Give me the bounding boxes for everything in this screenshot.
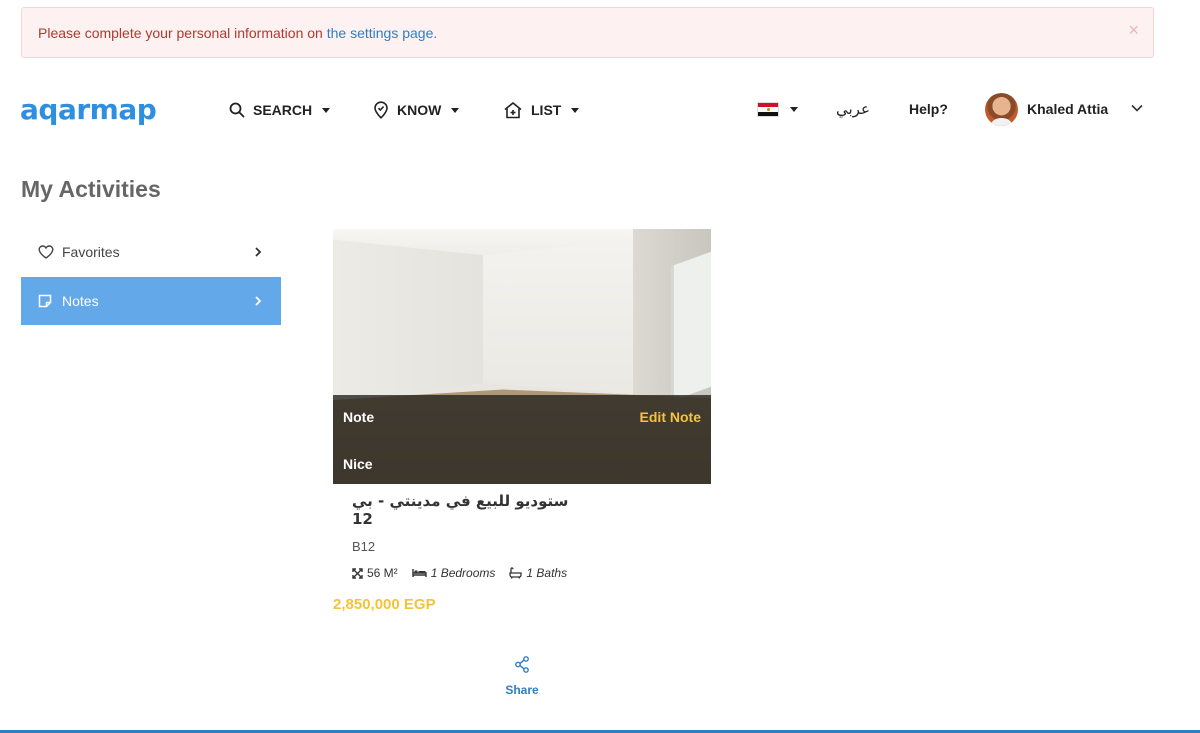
aqarmap-logo[interactable]: aqarmap [20, 93, 157, 126]
note-icon [38, 294, 52, 308]
search-icon [229, 102, 245, 118]
nav-know[interactable]: KNOW [373, 100, 460, 120]
chevron-right-icon [255, 247, 262, 257]
settings-link[interactable]: the settings page. [327, 25, 438, 41]
nav-search-label: SEARCH [253, 102, 313, 118]
listing-location: B12 [352, 539, 376, 554]
map-pin-icon [374, 101, 388, 119]
area-spec: 56 M² [352, 566, 398, 580]
sidebar-item-label: Notes [62, 293, 99, 309]
egypt-flag-icon[interactable] [757, 102, 779, 117]
room-wall [333, 239, 483, 404]
country-caret-icon[interactable] [790, 107, 798, 112]
share-icon [515, 656, 529, 673]
nav-list[interactable]: LIST [503, 100, 580, 120]
bathtub-icon [509, 567, 523, 579]
note-text: Nice [343, 456, 373, 472]
expand-icon [352, 567, 363, 579]
bedrooms-value: 1 Bedrooms [430, 566, 496, 580]
share-label: Share [505, 683, 539, 697]
alert-text: Please complete your personal informatio… [38, 25, 327, 41]
home-plus-icon [504, 102, 522, 119]
profile-alert: Please complete your personal informatio… [21, 7, 1154, 58]
nav-know-label: KNOW [397, 102, 442, 118]
edit-note-button[interactable]: Edit Note [640, 409, 701, 425]
baths-spec: 1 Baths [509, 566, 567, 580]
sidebar-item-label: Favorites [62, 244, 120, 260]
alert-message: Please complete your personal informatio… [38, 25, 437, 41]
avatar[interactable] [985, 93, 1018, 126]
alert-close-button[interactable]: × [1128, 21, 1139, 39]
chevron-down-icon[interactable] [1130, 103, 1144, 113]
heart-icon [38, 245, 54, 259]
listing-photo[interactable]: Note Edit Note Nice [333, 229, 711, 484]
page-title: My Activities [21, 176, 161, 202]
language-switch[interactable]: عربي [836, 100, 870, 118]
nav-list-label: LIST [531, 102, 562, 118]
caret-down-icon [451, 107, 460, 113]
listing-specs: 56 M² 1 Bedrooms 1 Baths [352, 566, 567, 580]
sidebar-item-notes[interactable]: Notes [21, 277, 281, 325]
listing-price: 2,850,000 EGP [333, 596, 436, 613]
baths-value: 1 Baths [526, 566, 568, 580]
chevron-right-icon [255, 296, 262, 306]
user-name[interactable]: Khaled Attia [1027, 101, 1108, 117]
sidebar-item-favorites[interactable]: Favorites [21, 228, 281, 276]
caret-down-icon [571, 107, 580, 113]
area-value: 56 M² [367, 566, 398, 580]
bed-icon [411, 569, 427, 577]
note-label: Note [343, 409, 375, 425]
caret-down-icon [322, 107, 331, 113]
room-wall [483, 239, 633, 394]
room-door [671, 251, 711, 402]
bedrooms-spec: 1 Bedrooms [411, 566, 496, 580]
share-button[interactable]: Share [500, 656, 544, 697]
listing-title[interactable]: ستوديو للبيع في مدينتي - بي 12 [352, 492, 592, 528]
nav-search[interactable]: SEARCH [229, 100, 331, 120]
help-link[interactable]: Help? [909, 101, 948, 117]
